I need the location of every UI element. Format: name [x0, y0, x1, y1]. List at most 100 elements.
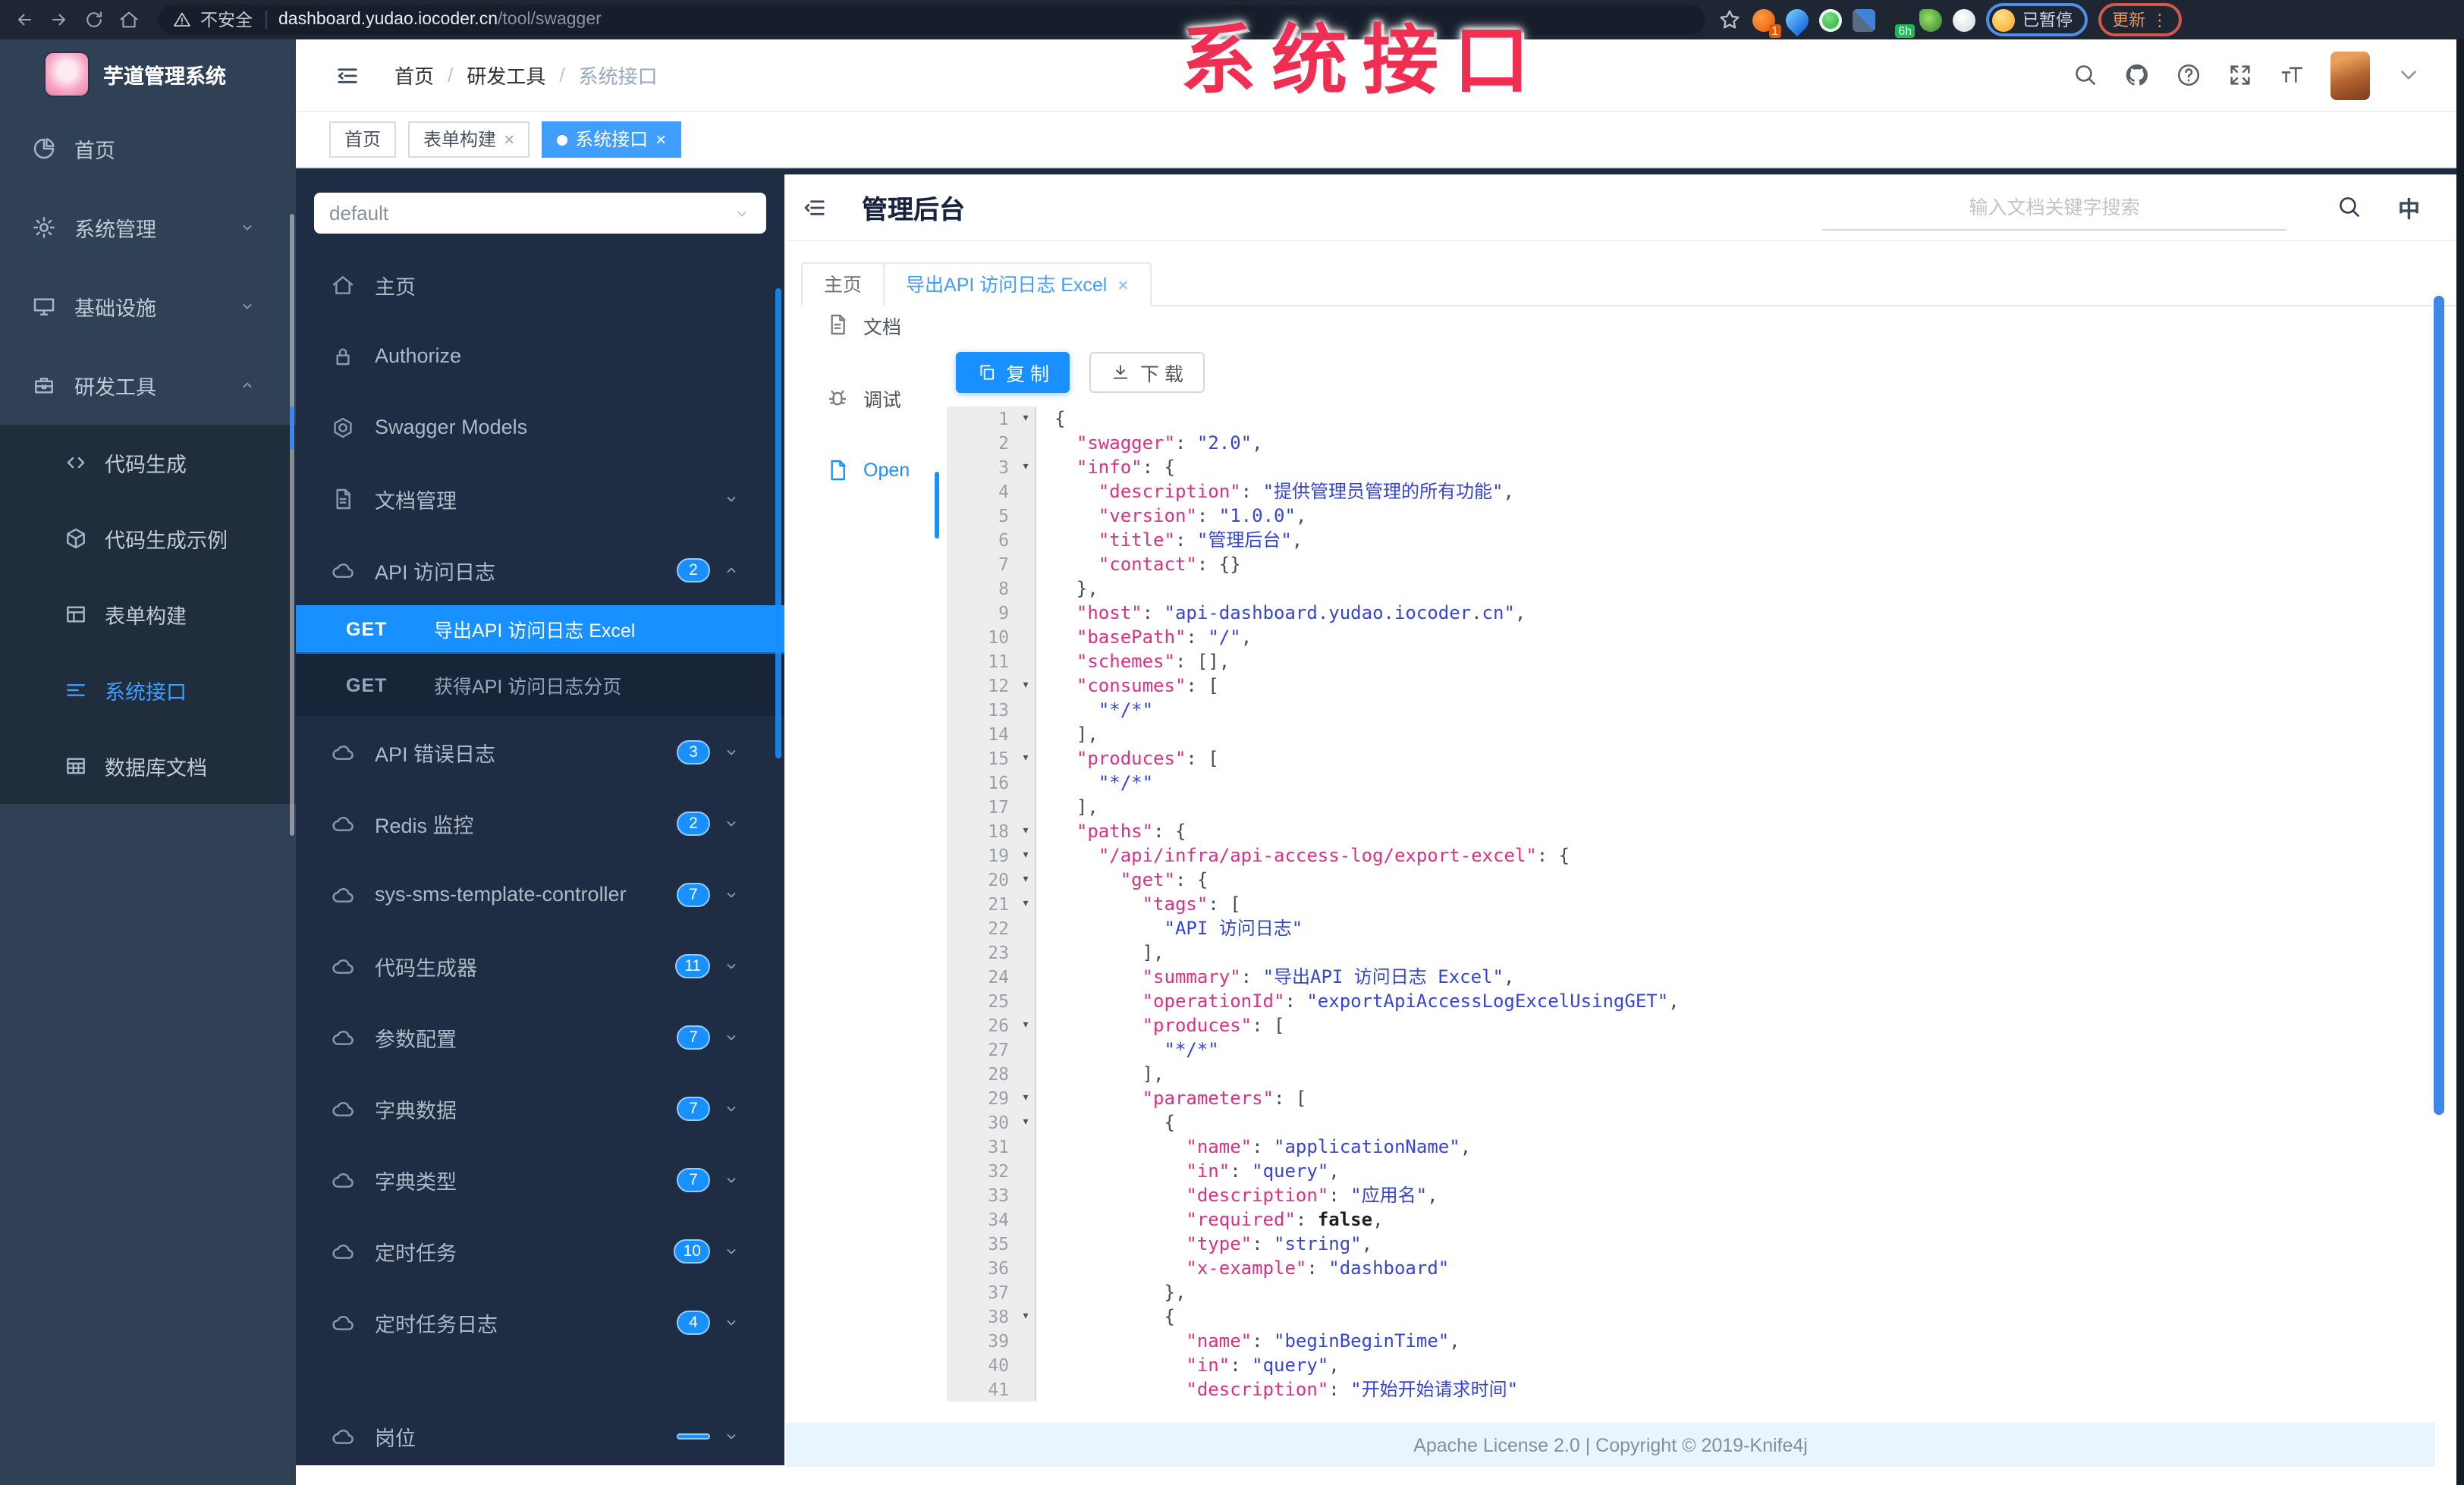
api-group-row-9[interactable]: 岗位 — [296, 1400, 784, 1465]
browser-update-button[interactable]: 更新 ⋮ — [2098, 3, 2182, 36]
fold-toggle-icon[interactable]: ▾ — [1017, 892, 1035, 916]
extension-drop-icon[interactable] — [1780, 3, 1814, 36]
fold-toggle-icon[interactable]: ▾ — [1017, 1304, 1035, 1329]
sidebar-item-1[interactable]: 系统管理 — [0, 188, 296, 267]
case-icon — [32, 373, 56, 397]
chevron-down-icon[interactable] — [2396, 62, 2422, 88]
user-avatar[interactable] — [2330, 51, 2370, 99]
close-icon[interactable]: × — [504, 123, 514, 156]
fullscreen-icon[interactable] — [2227, 62, 2253, 88]
breadcrumb-home[interactable]: 首页 — [394, 61, 434, 89]
doc-search-icon[interactable] — [2337, 194, 2362, 220]
fold-toggle-icon[interactable]: ▾ — [1017, 868, 1035, 892]
api-group-row-8[interactable]: 定时任务日志 4 — [296, 1286, 784, 1358]
chevdown-icon — [722, 814, 740, 832]
sidebar-subitem-3[interactable]: 系统接口 — [0, 652, 296, 728]
panel-item-2[interactable]: Swagger Models — [296, 391, 784, 463]
main-scrollbar[interactable] — [2434, 296, 2444, 1115]
browser-home-icon[interactable] — [118, 9, 140, 30]
sidebar-subitem-4[interactable]: 数据库文档 — [0, 728, 296, 804]
panel-scrollbar[interactable] — [775, 288, 781, 758]
sidebar-scrollbar[interactable] — [290, 214, 294, 836]
fold-toggle-icon[interactable]: ▾ — [1017, 746, 1035, 771]
fold-toggle-icon[interactable]: ▾ — [1017, 673, 1035, 698]
sidebar-item-3[interactable]: 研发工具 — [0, 346, 296, 425]
fold-toggle-icon — [1017, 1062, 1035, 1086]
sidebar-collapse-icon[interactable] — [334, 61, 361, 89]
search-icon[interactable] — [2073, 62, 2098, 88]
panel-collapse-icon[interactable] — [801, 193, 828, 221]
browser-forward-icon[interactable] — [49, 9, 70, 30]
sidebar-item-label: 首页 — [74, 140, 115, 162]
fold-toggle-icon[interactable]: ▾ — [1017, 819, 1035, 843]
fold-toggle-icon[interactable]: ▾ — [1017, 843, 1035, 868]
fold-toggle-icon[interactable]: ▾ — [1017, 407, 1035, 431]
api-group-row-6[interactable]: 字典类型 7 — [296, 1144, 784, 1215]
doc-search-input[interactable] — [1822, 187, 2286, 231]
api-group-row-3[interactable]: 代码生成器 11 — [296, 930, 784, 1001]
browser-reload-icon[interactable] — [83, 9, 105, 30]
extension-screenshot-icon[interactable]: 6h — [1886, 8, 1915, 37]
fold-toggle-icon[interactable]: ▾ — [1017, 1013, 1035, 1038]
font-size-icon[interactable] — [2279, 62, 2305, 88]
tag-view-0[interactable]: 首页 — [329, 121, 397, 158]
api-group-row-2[interactable]: sys-sms-template-controller 7 — [296, 859, 784, 930]
language-toggle[interactable]: 中 — [2398, 193, 2420, 224]
security-label[interactable]: 不安全 — [200, 8, 253, 32]
close-icon[interactable]: × — [1117, 264, 1128, 306]
operation-row-0[interactable]: GET 导出API 访问日志 Excel — [296, 605, 784, 654]
extension-green-check-icon[interactable] — [1819, 8, 1842, 31]
operation-row-1[interactable]: GET 获得API 访问日志分页 — [296, 654, 784, 716]
tag-view-2[interactable]: 系统接口 × — [542, 121, 682, 158]
mini-menu-0[interactable]: 文档 — [786, 288, 938, 361]
api-group-row-7[interactable]: 定时任务 10 — [296, 1215, 784, 1286]
sidebar-subitem-0[interactable]: 代码生成 — [0, 425, 296, 501]
not-secure-warning-icon[interactable] — [173, 11, 191, 29]
mini-menu-1[interactable]: 调试 — [786, 361, 938, 434]
profile-paused-pill[interactable]: 已暂停 — [1986, 3, 2088, 36]
panel-item-1[interactable]: Authorize — [296, 320, 784, 391]
copy-button[interactable]: 复 制 — [956, 352, 1070, 393]
sidebar-subitem-1[interactable]: 代码生成示例 — [0, 501, 296, 576]
browser-menu-icon[interactable]: ⋮ — [2151, 10, 2168, 30]
pie-icon — [32, 137, 56, 161]
mini-menu-2[interactable]: Open — [786, 434, 938, 507]
api-group-row-1[interactable]: Redis 监控 2 — [296, 787, 784, 859]
copy-icon — [977, 363, 997, 382]
address-bar[interactable]: 不安全 dashboard.yudao.iocoder.cn /tool/swa… — [158, 5, 1705, 35]
help-icon[interactable] — [2176, 62, 2202, 88]
sidebar-item-2[interactable]: 基础设施 — [0, 267, 296, 346]
close-icon[interactable]: × — [655, 123, 666, 156]
extension-orange-icon[interactable]: 1 — [1752, 8, 1781, 37]
api-group-select[interactable]: default — [314, 193, 766, 234]
panel-item-4[interactable]: API 访问日志 2 — [296, 534, 784, 605]
window-scroll-track[interactable] — [2456, 39, 2464, 1485]
sidebar-subitem-2[interactable]: 表单构建 — [0, 576, 296, 652]
api-group-row-0[interactable]: API 错误日志 3 — [296, 716, 784, 787]
swagger-main: 管理后台 中 主页导出API 访问日志 Excel× 文档调试Open 复 制 … — [786, 174, 2456, 1485]
panel-item-0[interactable]: 主页 — [296, 249, 784, 320]
browser-back-icon[interactable] — [14, 9, 35, 30]
line-number: 1 — [998, 408, 1009, 429]
download-button[interactable]: 下 载 — [1089, 352, 1205, 393]
bookmark-star-icon[interactable] — [1718, 8, 1742, 32]
url-host[interactable]: dashboard.yudao.iocoder.cn — [278, 11, 498, 29]
sidebar-item-0[interactable]: 首页 — [0, 109, 296, 188]
fold-toggle-icon[interactable]: ▾ — [1017, 455, 1035, 479]
extension-grid-icon[interactable] — [1853, 8, 1875, 31]
fold-toggle-icon[interactable]: ▾ — [1017, 1110, 1035, 1135]
panel-item-3[interactable]: 文档管理 — [296, 463, 784, 534]
api-group-row-5[interactable]: 字典数据 7 — [296, 1072, 784, 1144]
extension-paw-icon[interactable] — [1953, 8, 1975, 31]
breadcrumb-tools[interactable]: 研发工具 — [467, 61, 545, 89]
api-group-row-4[interactable]: 参数配置 7 — [296, 1001, 784, 1072]
code-line: 26 ▾ "produces": [ — [947, 1013, 2435, 1038]
github-icon[interactable] — [2124, 62, 2150, 88]
extension-leaf-icon[interactable] — [1919, 8, 1942, 31]
app-logo[interactable]: 芋道管理系统 — [0, 39, 296, 109]
code-line: 12 ▾ "consumes": [ — [947, 673, 2435, 698]
url-path[interactable]: /tool/swagger — [498, 11, 602, 29]
code-editor[interactable]: 1 ▾{2 "swagger": "2.0", 3 ▾ "info": {4 "des… — [947, 407, 2435, 1423]
tag-view-1[interactable]: 表单构建 × — [408, 121, 530, 158]
fold-toggle-icon[interactable]: ▾ — [1017, 1086, 1035, 1110]
